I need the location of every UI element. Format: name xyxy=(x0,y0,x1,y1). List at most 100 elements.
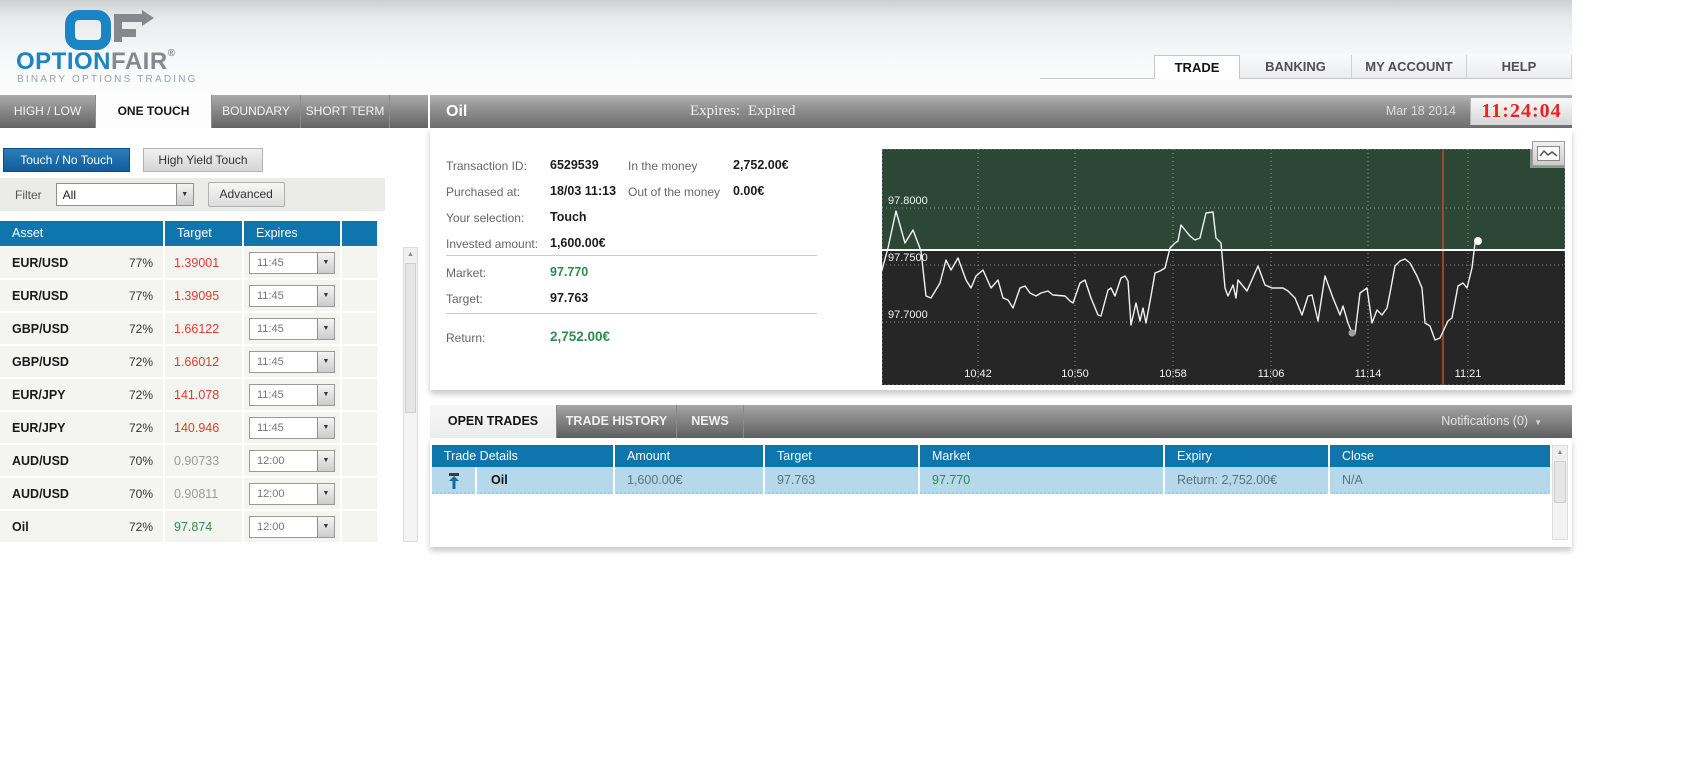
asset-row-eur-usd[interactable]: EUR/USD 77% 1.39001 11:45 ▼ xyxy=(0,247,377,278)
asset-table: EUR/USD 77% 1.39001 11:45 ▼ EUR/USD 77% 1.39095… xyxy=(0,247,377,544)
advanced-button[interactable]: Advanced xyxy=(207,182,285,207)
trades-table-header: Trade Details Amount Target Market Expiry Clo… xyxy=(432,445,1550,467)
chevron-down-icon[interactable]: ▼ xyxy=(317,417,334,438)
trade-row[interactable]: Oil 1,600.00€ 97.763 97.770 Return: 2,752.00… xyxy=(432,467,1550,494)
top-nav-my-account[interactable]: MY ACCOUNT xyxy=(1352,55,1467,79)
asset-row-aud-usd[interactable]: AUD/USD 70% 0.90811 12:00 ▼ xyxy=(0,478,377,509)
expires-cell: 11:45 ▼ xyxy=(244,247,342,278)
expiry-dropdown[interactable]: 11:45 ▼ xyxy=(249,383,335,406)
chevron-down-icon[interactable]: ▼ xyxy=(317,483,334,504)
scroll-up-icon[interactable]: ▲ xyxy=(404,248,417,262)
sidebar-scrollbar[interactable]: ▲ xyxy=(403,247,418,542)
touch-no-touch-button[interactable]: Touch / No Touch xyxy=(3,148,130,172)
expiry-dropdown[interactable]: 12:00 ▼ xyxy=(249,482,335,505)
filter-dropdown[interactable]: All ▼ xyxy=(55,183,194,206)
chevron-down-icon[interactable]: ▼ xyxy=(317,384,334,405)
detail-label: Invested amount: xyxy=(446,237,539,251)
tab-news[interactable]: NEWS xyxy=(677,405,744,438)
asset-name: AUD/USD xyxy=(12,486,69,501)
asset-row-gbp-usd[interactable]: GBP/USD 72% 1.66122 11:45 ▼ xyxy=(0,313,377,344)
trades-scrollbar[interactable]: ▲ xyxy=(1552,445,1568,540)
top-nav-trade[interactable]: TRADE xyxy=(1154,55,1240,79)
expiry-dropdown[interactable]: 11:45 ▼ xyxy=(249,284,335,307)
asset-cell: AUD/USD 70% xyxy=(0,478,165,509)
chart-type-button[interactable] xyxy=(1532,141,1565,166)
bottom-tabs: OPEN TRADES TRADE HISTORY NEWS xyxy=(430,405,744,438)
x-axis-label: 11:14 xyxy=(1355,368,1382,380)
x-axis-label: 10:58 xyxy=(1159,368,1187,380)
asset-row-gbp-usd[interactable]: GBP/USD 72% 1.66012 11:45 ▼ xyxy=(0,346,377,377)
asset-payout: 77% xyxy=(128,288,153,303)
expiry-dropdown[interactable]: 11:45 ▼ xyxy=(249,416,335,439)
asset-cell: GBP/USD 72% xyxy=(0,346,165,377)
asset-table-header: AssetTarget PriceExpires xyxy=(0,221,377,265)
asset-row-eur-jpy[interactable]: EUR/JPY 72% 140.946 11:45 ▼ xyxy=(0,412,377,443)
column-header-amount: Amount xyxy=(615,445,765,467)
tab-one-touch[interactable]: ONE TOUCH xyxy=(96,95,212,128)
chevron-down-icon[interactable]: ▼ xyxy=(317,285,334,306)
asset-name: Oil xyxy=(12,519,29,534)
chevron-down-icon[interactable]: ▼ xyxy=(317,351,334,372)
tab-high-low[interactable]: HIGH / LOW xyxy=(0,95,96,128)
chevron-down-icon[interactable]: ▼ xyxy=(175,184,193,205)
asset-cell: EUR/JPY 72% xyxy=(0,379,165,410)
in-the-money-zone xyxy=(882,149,1565,250)
tab-trade-history[interactable]: TRADE HISTORY xyxy=(557,405,677,438)
column-header-trade-details: Trade Details xyxy=(432,445,615,467)
asset-name: EUR/USD xyxy=(12,255,69,270)
expires-status: Expires: Expired xyxy=(690,103,796,119)
quote-label: Market: xyxy=(446,266,487,280)
trade-asset-name: Oil xyxy=(491,473,508,487)
quote-label: Target: xyxy=(446,292,483,306)
asset-cell: AUD/USD 70% xyxy=(0,445,165,476)
asset-row-aud-usd[interactable]: AUD/USD 70% 0.90733 12:00 ▼ xyxy=(0,445,377,476)
expiry-value: 11:45 xyxy=(257,256,284,269)
expiry-value: 11:45 xyxy=(257,388,284,401)
scrollbar-thumb[interactable] xyxy=(405,263,416,413)
expiry-dropdown[interactable]: 11:45 ▼ xyxy=(249,350,335,373)
asset-payout: 70% xyxy=(128,453,153,468)
high-yield-touch-button[interactable]: High Yield Touch xyxy=(143,148,263,172)
asset-payout: 72% xyxy=(128,420,153,435)
asset-row-oil[interactable]: Oil 72% 97.874 12:00 ▼ xyxy=(0,511,377,542)
expiry-dropdown[interactable]: 12:00 ▼ xyxy=(249,449,335,472)
row-filler xyxy=(342,313,377,344)
filter-label: Filter xyxy=(15,187,42,202)
expiry-value: 11:45 xyxy=(257,355,284,368)
filter-bar: Filter All ▼ Advanced xyxy=(0,178,385,211)
chevron-down-icon[interactable]: ▼ xyxy=(317,516,334,537)
detail-value: 1,600.00€ xyxy=(550,236,606,250)
position-panel-header: Oil Expires: Expired Mar 18 2014 11:24:04 xyxy=(430,95,1572,128)
row-filler xyxy=(342,478,377,509)
chevron-down-icon[interactable]: ▼ xyxy=(317,318,334,339)
expiry-value: 12:00 xyxy=(257,454,285,467)
trade-amount-cell: 1,600.00€ xyxy=(615,467,765,494)
tab-open-trades[interactable]: OPEN TRADES xyxy=(430,405,557,438)
target-price: 97.874 xyxy=(165,511,244,542)
optionfair-app: OPTIONFAIR® BINARY OPTIONS TRADING TRADE… xyxy=(0,0,1706,778)
asset-payout: 72% xyxy=(128,387,153,402)
top-nav-help[interactable]: HELP xyxy=(1467,55,1572,79)
chevron-down-icon[interactable]: ▼ xyxy=(317,252,334,273)
expiry-dropdown[interactable]: 11:45 ▼ xyxy=(249,317,335,340)
asset-payout: 72% xyxy=(128,321,153,336)
asset-row-eur-jpy[interactable]: EUR/JPY 72% 141.078 11:45 ▼ xyxy=(0,379,377,410)
row-filler xyxy=(342,445,377,476)
scroll-up-icon[interactable]: ▲ xyxy=(1553,446,1567,460)
row-filler xyxy=(342,280,377,311)
expiry-dropdown[interactable]: 11:45 ▼ xyxy=(249,251,335,274)
tab-filler xyxy=(390,95,428,128)
chevron-down-icon[interactable]: ▼ xyxy=(317,450,334,471)
notifications-dropdown[interactable]: Notifications (0) ▼ xyxy=(1441,405,1542,438)
tab-boundary[interactable]: BOUNDARY xyxy=(212,95,301,128)
top-nav-banking[interactable]: BANKING xyxy=(1240,55,1352,79)
tab-short-term[interactable]: SHORT TERM xyxy=(301,95,390,128)
line-chart-icon xyxy=(1537,146,1560,161)
expiry-value: 11:45 xyxy=(257,421,284,434)
expiry-dropdown[interactable]: 12:00 ▼ xyxy=(249,515,335,538)
trade-target-cell: 97.763 xyxy=(765,467,920,494)
column-header-target: Target xyxy=(765,445,920,467)
scrollbar-thumb[interactable] xyxy=(1554,461,1566,503)
asset-row-eur-usd[interactable]: EUR/USD 77% 1.39095 11:45 ▼ xyxy=(0,280,377,311)
money-label: In the money xyxy=(628,159,698,173)
